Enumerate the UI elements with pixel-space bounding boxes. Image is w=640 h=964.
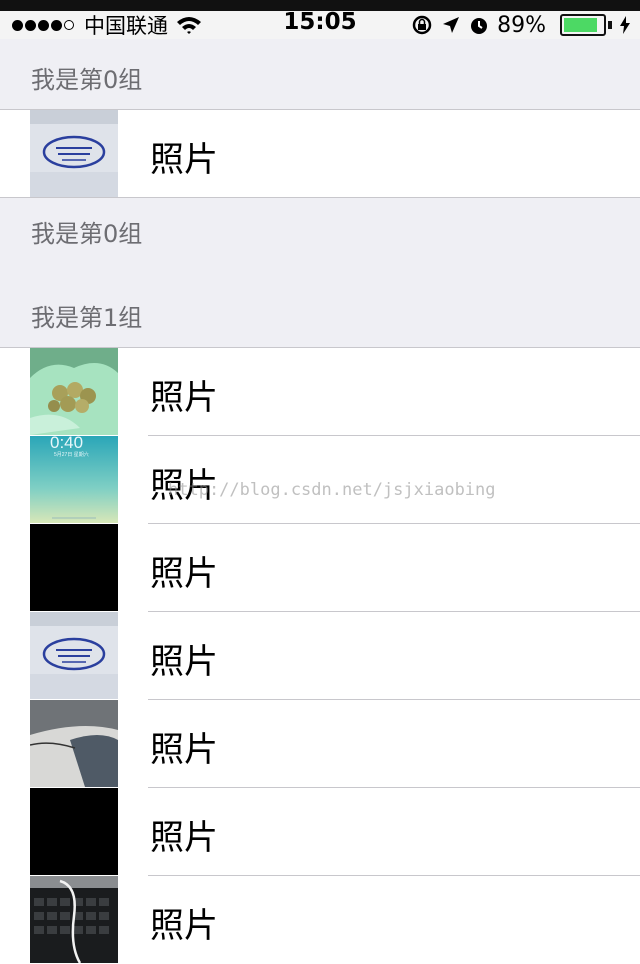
row-label: 照片 bbox=[150, 730, 218, 770]
black-photo-thumbnail bbox=[30, 524, 118, 611]
table-row[interactable]: 照片 bbox=[0, 110, 640, 198]
rotation-lock-icon bbox=[412, 15, 432, 35]
charging-bolt-icon bbox=[620, 16, 630, 34]
table-row[interactable]: 照片 bbox=[0, 348, 640, 436]
stamp-photo-thumbnail bbox=[30, 612, 118, 699]
section-header: 我是第0组 bbox=[0, 50, 640, 110]
thumb-time-text: 0:40 bbox=[50, 436, 83, 452]
section-footer: 我是第0组 bbox=[0, 198, 640, 258]
food-bag-photo-thumbnail bbox=[30, 348, 118, 435]
battery-fill bbox=[564, 18, 598, 32]
battery-icon bbox=[560, 14, 606, 36]
row-label: 照片 bbox=[150, 818, 218, 858]
row-label: 照片 bbox=[150, 554, 218, 594]
location-arrow-icon bbox=[443, 17, 460, 33]
row-label: 照片 bbox=[150, 906, 218, 946]
stamp-photo-thumbnail bbox=[30, 110, 118, 197]
status-bar: 中国联通 15:05 89% bbox=[0, 9, 640, 39]
lockscreen-photo-thumbnail: 0:40 5月27日 星期六 bbox=[30, 436, 118, 523]
row-label: 照片 bbox=[150, 140, 218, 180]
section-footer-title: 我是第0组 bbox=[31, 220, 143, 248]
row-label: 照片 bbox=[150, 642, 218, 682]
thumb-date-text: 5月27日 星期六 bbox=[54, 451, 89, 458]
table-row[interactable]: 照片 bbox=[0, 788, 640, 876]
table-row[interactable]: 照片 bbox=[0, 876, 640, 964]
keyboard-photo-thumbnail bbox=[30, 876, 118, 963]
table-row[interactable]: 照片 bbox=[0, 524, 640, 612]
section-header: 我是第1组 bbox=[0, 288, 640, 348]
table-row[interactable]: 照片 bbox=[0, 700, 640, 788]
black-photo-thumbnail bbox=[30, 788, 118, 875]
section-header-title: 我是第1组 bbox=[31, 304, 143, 332]
status-right: 89% bbox=[411, 11, 630, 39]
battery-tip bbox=[608, 21, 612, 29]
battery-percent: 89% bbox=[497, 12, 546, 38]
watermark-text: http://blog.csdn.net/jsjxiaobing bbox=[168, 480, 496, 500]
section-header-title: 我是第0组 bbox=[31, 66, 143, 94]
row-label: 照片 bbox=[150, 378, 218, 418]
table-row[interactable]: 照片 bbox=[0, 612, 640, 700]
desk-photo-thumbnail bbox=[30, 700, 118, 787]
alarm-clock-icon bbox=[471, 18, 488, 34]
